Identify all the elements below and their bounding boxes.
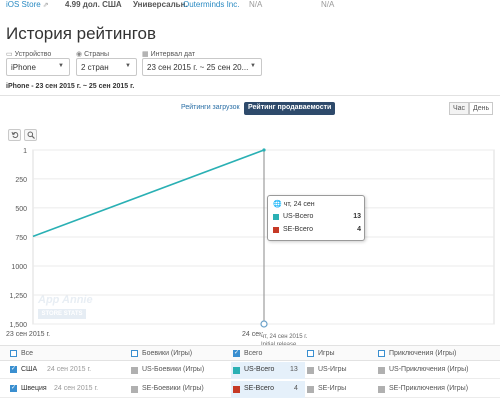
countries-select[interactable]: 2 стран ▼ xyxy=(76,58,137,76)
chart-tooltip: 🌐 чт, 24 сен US-Всего 13 SE-Всего 4 xyxy=(267,195,365,241)
y-tick-label: 750 xyxy=(15,235,27,242)
header-adventure: Приключения (Игры) xyxy=(389,350,457,357)
series-swatch[interactable] xyxy=(131,386,138,393)
y-tick-label: 1000 xyxy=(11,264,27,271)
y-tick-label: 1,500 xyxy=(9,322,27,329)
tooltip-header: 🌐 чт, 24 сен xyxy=(273,200,315,208)
device-type: Универсальн. xyxy=(133,0,188,9)
zoom-button[interactable] xyxy=(24,129,37,141)
series-action-name: US-Боевики (Игры) xyxy=(142,366,205,373)
y-tick-label: 1 xyxy=(23,148,27,155)
date-range-select-value: 23 сен 2015 г. ~ 25 сен 20... xyxy=(147,63,249,72)
release-marker xyxy=(260,320,268,328)
tooltip-row: SE-Всего 4 xyxy=(273,226,361,236)
series-swatch[interactable] xyxy=(307,386,314,393)
checkbox-adventure[interactable] xyxy=(378,350,385,357)
checkbox-all[interactable] xyxy=(10,350,17,357)
series-total-value: 4 xyxy=(294,385,298,392)
series-legend-table: Все Боевики (Игры) Всего Игры Приключени… xyxy=(0,345,500,401)
external-link-icon: ⇗ xyxy=(42,2,49,9)
chevron-down-icon: ▼ xyxy=(250,63,256,69)
countries-select-value: 2 стран xyxy=(81,63,109,72)
tab-downloads[interactable]: Рейтинги загрузок xyxy=(181,104,240,111)
checkbox-games[interactable] xyxy=(307,350,314,357)
series-swatch[interactable] xyxy=(378,386,385,393)
granularity-hour-button[interactable]: Час xyxy=(449,102,470,115)
header-all: Все xyxy=(21,350,34,357)
country-name: США xyxy=(21,366,38,373)
date-range-filter-label: ▦ Интервал дат xyxy=(142,51,196,58)
calendar-icon: ▦ xyxy=(142,51,149,58)
y-tick-label: 500 xyxy=(15,206,27,213)
header-action: Боевики (Игры) xyxy=(142,350,193,357)
na-value-1: N/A xyxy=(249,0,263,9)
magnifier-icon xyxy=(27,131,35,139)
publisher-link[interactable]: Outerminds Inc. xyxy=(183,0,239,9)
annotation-date: чт, 24 сен 2015 г. xyxy=(261,334,308,340)
watermark-badge: STORE STATS xyxy=(38,309,86,319)
header-games: Игры xyxy=(318,350,335,357)
date-range-select[interactable]: 23 сен 2015 г. ~ 25 сен 20... ▼ xyxy=(142,58,262,76)
series-games-name: SE-Игры xyxy=(318,385,347,392)
series-games-name: US-Игры xyxy=(318,366,347,373)
tooltip-date: чт, 24 сен xyxy=(283,201,315,208)
globe-icon: 🌐 xyxy=(273,201,282,208)
undo-icon xyxy=(11,131,19,138)
checkbox-total[interactable] xyxy=(233,349,240,357)
tooltip-row: US-Всего 13 xyxy=(273,213,361,223)
tooltip-series-name: SE-Всего xyxy=(283,226,314,233)
x-tick-label: 23 сен 2015 г. xyxy=(6,331,50,338)
y-tick-label: 1,250 xyxy=(9,293,27,300)
range-caption: iPhone - 23 сен 2015 г. ~ 25 сен 2015 г. xyxy=(6,83,135,90)
legend-header-row: Все Боевики (Игры) Всего Игры Приключени… xyxy=(0,345,500,361)
row-checkbox[interactable] xyxy=(10,384,17,392)
series-swatch[interactable] xyxy=(131,367,138,374)
checkbox-action[interactable] xyxy=(131,350,138,357)
series-adventure-name: US-Приключения (Игры) xyxy=(389,366,469,373)
device-select[interactable]: iPhone ▼ xyxy=(6,58,70,76)
page-title: История рейтингов xyxy=(6,24,157,43)
series-swatch[interactable] xyxy=(233,386,240,393)
table-row: Швеция 24 сен 2015 г. SE-Боевики (Игры) … xyxy=(0,381,500,398)
app-info-bar: iOS Store ⇗ 4.99 дол. США Универсальн. Ou… xyxy=(0,0,500,12)
series-total-value: 13 xyxy=(290,366,298,373)
device-select-value: iPhone xyxy=(11,63,36,72)
tooltip-series-value: 4 xyxy=(357,226,361,233)
tooltip-series-value: 13 xyxy=(353,213,361,220)
x-tick-label: 24 сен xyxy=(242,331,263,338)
row-checkbox[interactable] xyxy=(10,365,17,373)
countries-filter-label: ◉ Страны xyxy=(76,51,110,58)
series-total-name: SE-Всего xyxy=(244,385,275,392)
series-swatch[interactable] xyxy=(233,367,240,374)
release-date: 24 сен 2015 г. xyxy=(54,385,99,392)
device-filter-label: ▭ Устройство xyxy=(6,51,52,58)
watermark-logo: App Annie xyxy=(38,294,93,306)
series-adventure-name: SE-Приключения (Игры) xyxy=(389,385,469,392)
store-link[interactable]: iOS Store ⇗ xyxy=(6,0,49,9)
header-total: Всего xyxy=(244,350,263,357)
series-swatch[interactable] xyxy=(307,367,314,374)
app-price: 4.99 дол. США xyxy=(65,0,122,9)
chevron-down-icon: ▼ xyxy=(125,63,131,69)
series-swatch xyxy=(273,227,279,233)
series-action-name: SE-Боевики (Игры) xyxy=(142,385,204,392)
device-icon: ▭ xyxy=(6,51,13,58)
release-date: 24 сен 2015 г. xyxy=(47,366,92,373)
globe-icon: ◉ xyxy=(76,51,83,58)
table-row: США 24 сен 2015 г. US-Боевики (Игры) US-… xyxy=(0,362,500,379)
series-total-name: US-Всего xyxy=(244,366,275,373)
data-point xyxy=(262,148,266,152)
divider xyxy=(0,95,500,96)
tab-grossing[interactable]: Рейтинг продаваемости xyxy=(244,102,336,115)
tooltip-series-name: US-Всего xyxy=(283,213,314,220)
country-name: Швеция xyxy=(21,385,47,392)
na-value-2: N/A xyxy=(321,0,335,9)
chevron-down-icon: ▼ xyxy=(58,63,64,69)
y-tick-label: 250 xyxy=(15,177,27,184)
granularity-day-button[interactable]: День xyxy=(469,102,494,115)
reset-zoom-button[interactable] xyxy=(8,129,21,141)
store-label: iOS Store xyxy=(6,0,41,9)
series-swatch xyxy=(273,214,279,220)
series-swatch[interactable] xyxy=(378,367,385,374)
